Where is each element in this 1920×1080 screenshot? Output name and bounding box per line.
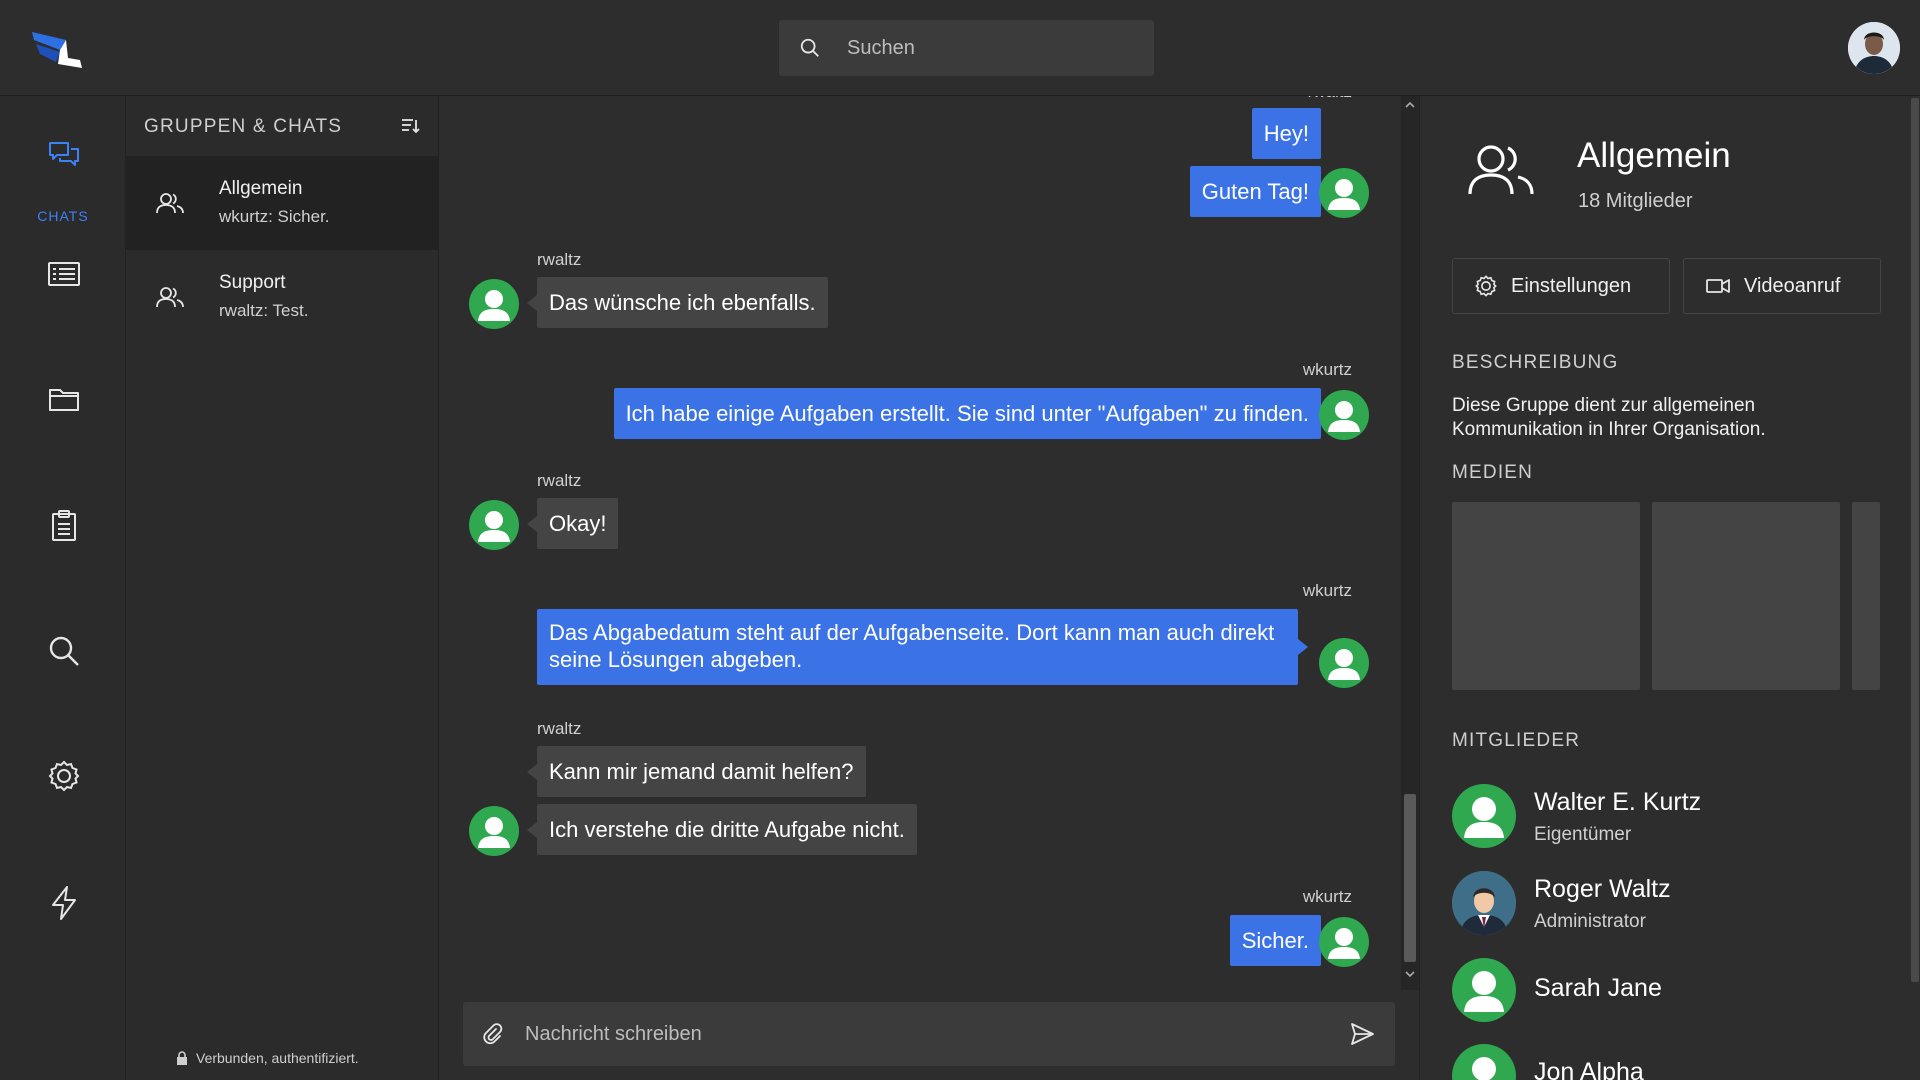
description-title: BESCHREIBUNG bbox=[1452, 352, 1619, 373]
chevron-down-icon[interactable] bbox=[1404, 969, 1416, 979]
message-bubble: Hey! bbox=[1251, 108, 1321, 159]
rail-item-news[interactable] bbox=[0, 236, 126, 336]
chevron-up-icon[interactable] bbox=[1404, 100, 1416, 110]
member-avatar bbox=[1452, 784, 1516, 848]
member-avatar bbox=[1452, 1044, 1516, 1080]
rail-label-chats: CHATS bbox=[37, 208, 89, 224]
top-bar bbox=[0, 0, 1920, 96]
message-composer bbox=[463, 1002, 1395, 1066]
media-thumbnail[interactable] bbox=[1652, 502, 1840, 690]
video-icon bbox=[1684, 277, 1744, 295]
user-avatar[interactable] bbox=[1319, 638, 1369, 688]
user-avatar[interactable] bbox=[1319, 390, 1369, 440]
message-scrollbar[interactable] bbox=[1401, 96, 1419, 990]
message-sender: rwaltz bbox=[537, 471, 582, 490]
send-icon[interactable] bbox=[1349, 1022, 1375, 1046]
group-name: Allgemein bbox=[1577, 136, 1731, 175]
search-bar[interactable] bbox=[779, 20, 1154, 76]
lock-icon bbox=[176, 1051, 188, 1065]
message-list[interactable]: rwaltz Hey! Guten Tag! rwaltz Das wünsch… bbox=[439, 96, 1401, 990]
settings-icon bbox=[1453, 275, 1511, 297]
sort-icon bbox=[400, 116, 422, 136]
message-input[interactable] bbox=[525, 1002, 1305, 1066]
member-item[interactable]: Walter E. Kurtz Eigentümer bbox=[1452, 784, 1892, 848]
message-bubble: Sicher. bbox=[1229, 915, 1332, 966]
user-avatar[interactable] bbox=[1319, 168, 1369, 218]
scrollbar-thumb[interactable] bbox=[1911, 98, 1919, 982]
chat-list-title: GRUPPEN & CHATS bbox=[144, 116, 343, 137]
details-scrollbar[interactable] bbox=[1909, 96, 1920, 1080]
message-bubble: Guten Tag! bbox=[1189, 166, 1332, 217]
video-call-button-label: Videoanruf bbox=[1744, 274, 1841, 297]
members-title: MITGLIEDER bbox=[1452, 730, 1581, 751]
chat-item-allgemein[interactable]: Allgemein wkurtz: Sicher. bbox=[126, 156, 439, 250]
group-members-count: 18 Mitglieder bbox=[1578, 190, 1693, 212]
icon-rail: CHATS bbox=[0, 96, 126, 1080]
message-bubble: Ich habe einige Aufgaben erstellt. Sie s… bbox=[613, 388, 1332, 439]
rail-item-search[interactable] bbox=[0, 611, 126, 711]
member-name: Jon Alpha bbox=[1534, 1058, 1644, 1080]
chat-list-panel: GRUPPEN & CHATS Allgemein wkurtz: Sicher… bbox=[126, 96, 439, 1080]
user-avatar[interactable] bbox=[469, 806, 519, 856]
rail-item-tasks[interactable] bbox=[0, 486, 126, 586]
user-avatar[interactable] bbox=[469, 500, 519, 550]
rail-item-activity[interactable] bbox=[0, 861, 126, 961]
member-avatar bbox=[1452, 958, 1516, 1022]
message-sender: wkurtz bbox=[1302, 360, 1352, 379]
composer-area bbox=[439, 990, 1419, 1080]
search-input[interactable] bbox=[847, 20, 1137, 76]
message-sender: wkurtz bbox=[1302, 581, 1352, 600]
member-role: Eigentümer bbox=[1534, 824, 1632, 845]
member-item[interactable]: Jon Alpha bbox=[1452, 1044, 1892, 1080]
member-name: Walter E. Kurtz bbox=[1534, 788, 1702, 816]
rail-item-settings[interactable] bbox=[0, 736, 126, 836]
search-icon bbox=[799, 37, 821, 59]
group-description: Diese Gruppe dient zur allgemeinen Kommu… bbox=[1452, 395, 1766, 440]
message-sender: rwaltz bbox=[1308, 96, 1352, 102]
settings-button-label: Einstellungen bbox=[1511, 274, 1632, 297]
chat-item-support[interactable]: Support rwaltz: Test. bbox=[126, 250, 439, 344]
member-item[interactable]: Roger Waltz Administrator bbox=[1452, 871, 1892, 935]
chat-name: Allgemein bbox=[219, 178, 303, 199]
group-icon bbox=[156, 286, 184, 308]
group-details-panel: Allgemein 18 Mitglieder Einstellungen Vi… bbox=[1419, 96, 1920, 1080]
user-avatar[interactable] bbox=[1319, 917, 1369, 967]
rail-item-chats[interactable]: CHATS bbox=[0, 116, 126, 224]
media-thumbnail[interactable] bbox=[1452, 502, 1640, 690]
member-name: Roger Waltz bbox=[1534, 875, 1671, 903]
member-item[interactable]: Sarah Jane bbox=[1452, 958, 1892, 1022]
group-icon bbox=[1467, 142, 1535, 196]
media-thumbnail[interactable] bbox=[1852, 502, 1880, 690]
connection-status-text: Verbunden, authentifiziert. bbox=[196, 1050, 359, 1066]
media-title: MEDIEN bbox=[1452, 462, 1534, 483]
member-name: Sarah Jane bbox=[1534, 974, 1662, 1002]
message-bubble: Das wünsche ich ebenfalls. bbox=[527, 277, 828, 328]
member-avatar bbox=[1452, 871, 1516, 935]
chat-name: Support bbox=[219, 272, 286, 293]
chat-last-message: rwaltz: Test. bbox=[219, 301, 309, 320]
app-logo-icon[interactable] bbox=[30, 26, 84, 70]
member-role: Administrator bbox=[1534, 911, 1646, 932]
message-sender: rwaltz bbox=[537, 250, 582, 269]
connection-status: Verbunden, authentifiziert. bbox=[176, 1050, 359, 1066]
message-sender: wkurtz bbox=[1302, 887, 1352, 906]
paperclip-icon[interactable] bbox=[481, 1022, 505, 1046]
rail-item-files[interactable] bbox=[0, 361, 126, 461]
video-call-button[interactable]: Videoanruf bbox=[1683, 258, 1881, 314]
sort-button[interactable] bbox=[400, 116, 422, 138]
scrollbar-thumb[interactable] bbox=[1404, 794, 1416, 962]
message-bubble: Okay! bbox=[526, 498, 619, 549]
user-avatar[interactable] bbox=[1848, 22, 1900, 74]
chat-last-message: wkurtz: Sicher. bbox=[219, 207, 330, 226]
user-avatar[interactable] bbox=[469, 279, 519, 329]
message-bubble: Kann mir jemand damit helfen? bbox=[527, 746, 866, 797]
message-bubble: Ich verstehe die dritte Aufgabe nicht. bbox=[527, 804, 917, 855]
group-icon bbox=[156, 192, 184, 214]
settings-button[interactable]: Einstellungen bbox=[1452, 258, 1670, 314]
message-sender: rwaltz bbox=[537, 719, 582, 738]
message-bubble: Das Abgabedatum steht auf der Aufgabense… bbox=[537, 609, 1308, 685]
